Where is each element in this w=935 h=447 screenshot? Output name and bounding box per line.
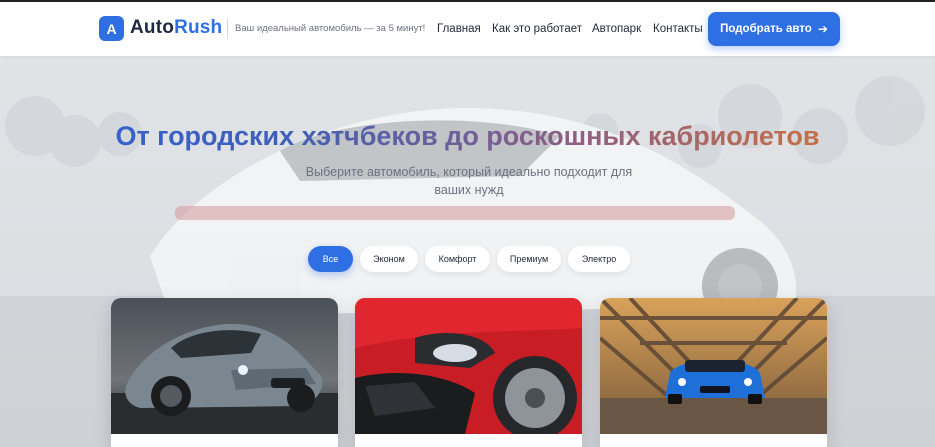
- car-card-1[interactable]: [111, 298, 338, 447]
- nav-link-contacts[interactable]: Контакты: [653, 23, 703, 35]
- nav-link-how-it-works[interactable]: Как это работает: [492, 23, 582, 35]
- filter-all[interactable]: Все: [308, 246, 353, 272]
- blue-car-on-bridge-photo: [600, 298, 827, 434]
- brand-part-auto: Auto: [130, 17, 175, 38]
- grey-sports-coupe-photo: [111, 298, 338, 434]
- red-hatchback-front-photo: [355, 298, 582, 434]
- card-body: [111, 434, 338, 447]
- car-card-3[interactable]: [600, 298, 827, 447]
- nav-link-home[interactable]: Главная: [437, 23, 481, 35]
- card-body: [355, 434, 582, 447]
- arrow-right-icon: ➔: [817, 22, 828, 36]
- hero-subtitle: Выберите автомобиль, который идеально по…: [305, 165, 633, 197]
- pick-car-button[interactable]: Подобрать авто ➔: [708, 12, 840, 46]
- hero-section: От городских хэтчбеков до роскошных кабр…: [0, 56, 935, 447]
- filter-economy[interactable]: Эконом: [360, 246, 418, 272]
- filter-comfort[interactable]: Комфорт: [425, 246, 490, 272]
- hero-title: От городских хэтчбеков до роскошных кабр…: [0, 121, 935, 152]
- nav-link-fleet[interactable]: Автопарк: [592, 23, 641, 35]
- pick-car-button-label: Подобрать авто: [720, 23, 812, 35]
- card-body: [600, 434, 827, 447]
- category-filters: Все Эконом Комфорт Премиум Электро: [0, 246, 935, 272]
- logo-badge[interactable]: A: [99, 16, 124, 41]
- filter-premium[interactable]: Премиум: [497, 246, 561, 272]
- logo-wordmark[interactable]: AutoRush: [130, 17, 222, 39]
- brand-part-rush: Rush: [174, 17, 223, 38]
- tagline: Ваш идеальный автомобиль — за 5 минут!: [227, 19, 425, 39]
- filter-electric[interactable]: Электро: [568, 246, 630, 272]
- site-header: A AutoRush Ваш идеальный автомобиль — за…: [0, 2, 935, 56]
- car-card-2[interactable]: [355, 298, 582, 447]
